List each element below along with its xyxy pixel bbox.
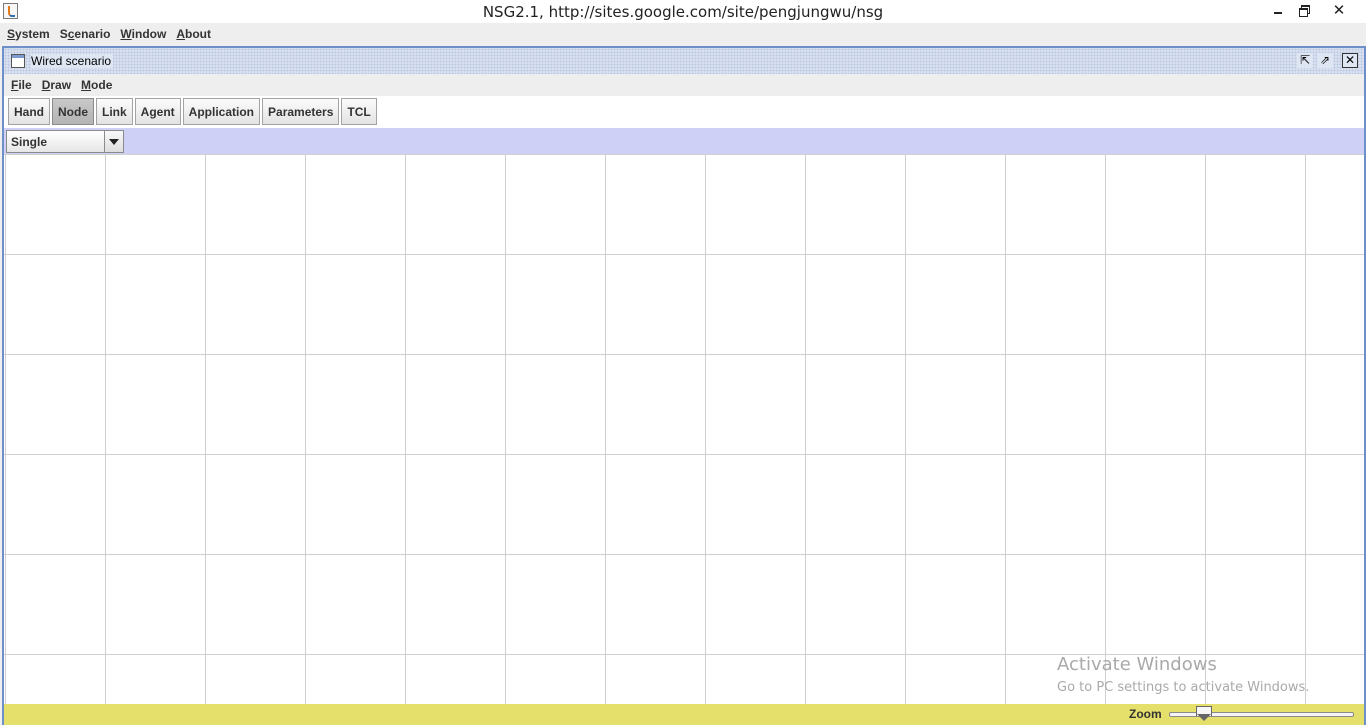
restore-window-button[interactable] [1290, 0, 1318, 22]
node-mode-select[interactable]: Single [6, 130, 124, 153]
frame-window-icon [11, 54, 25, 68]
node-options-bar: Single [4, 128, 1364, 154]
node-mode-value: Single [11, 135, 48, 149]
menu-file[interactable]: File [6, 78, 37, 92]
parameters-tool-button[interactable]: Parameters [262, 98, 340, 125]
iconify-frame-icon[interactable]: ⇱ [1297, 53, 1313, 68]
window-title: NSG2.1, http://sites.google.com/site/pen… [482, 3, 884, 21]
watermark-title: Activate Windows [1057, 654, 1217, 675]
node-tool-button[interactable]: Node [52, 98, 94, 125]
chevron-down-icon[interactable] [104, 131, 123, 152]
minimize-window-button[interactable] [1264, 0, 1292, 22]
menu-scenario[interactable]: Scenario [55, 27, 116, 41]
menu-mode[interactable]: Mode [76, 78, 117, 92]
agent-tool-button[interactable]: Agent [134, 98, 181, 125]
menu-draw[interactable]: Draw [37, 78, 76, 92]
app-menubar: System Scenario Window About [0, 23, 1366, 44]
watermark-subtitle: Go to PC settings to activate Windows. [1057, 680, 1310, 695]
frame-titlebar[interactable]: Wired scenario ⇱ ⇗ ✕ [4, 48, 1364, 74]
activate-windows-watermark: Activate Windows Go to PC settings to ac… [1057, 654, 1309, 695]
menu-about[interactable]: About [171, 27, 216, 41]
scenario-menubar: File Draw Mode [4, 74, 1364, 96]
menu-system[interactable]: System [2, 27, 55, 41]
menu-scenario-rest: enario [74, 26, 111, 41]
zoom-label: Zoom [1129, 707, 1162, 721]
close-frame-icon[interactable]: ✕ [1342, 53, 1358, 68]
link-tool-button[interactable]: Link [96, 98, 133, 125]
tcl-tool-button[interactable]: TCL [341, 98, 377, 125]
status-bar: Zoom [4, 704, 1364, 725]
close-window-button[interactable]: ✕ [1316, 0, 1362, 22]
frame-title: Wired scenario [31, 54, 114, 68]
application-tool-button[interactable]: Application [182, 98, 261, 125]
window-titlebar: NSG2.1, http://sites.google.com/site/pen… [0, 0, 1366, 23]
tool-toolbar: Hand Node Link Agent Application Paramet… [4, 96, 1364, 127]
maximize-frame-icon[interactable]: ⇗ [1317, 53, 1333, 68]
scenario-canvas[interactable] [4, 154, 1364, 704]
wired-scenario-frame: Wired scenario ⇱ ⇗ ✕ File Draw Mode Hand… [2, 46, 1366, 725]
zoom-slider-thumb[interactable] [1196, 706, 1212, 723]
hand-tool-button[interactable]: Hand [8, 98, 50, 125]
menu-window[interactable]: Window [115, 27, 171, 41]
